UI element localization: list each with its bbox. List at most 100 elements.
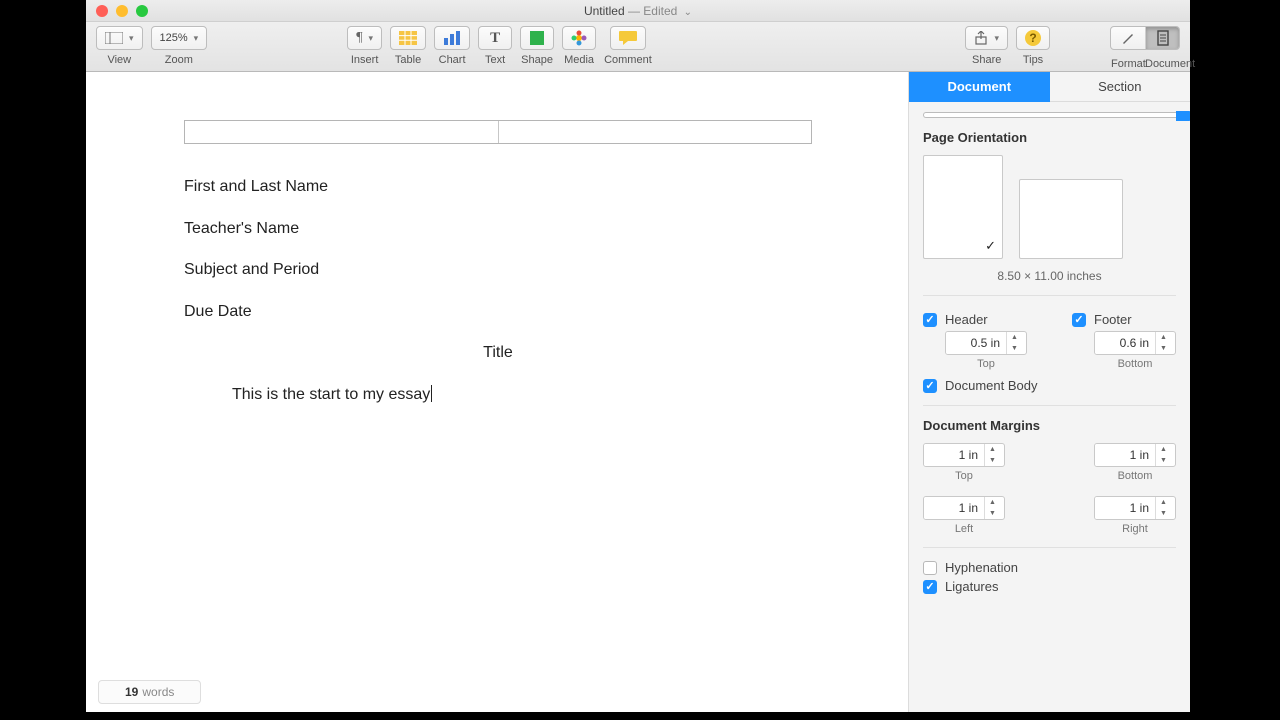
format-inspector-button[interactable] [1111, 27, 1145, 49]
chevron-down-icon: ▾ [194, 33, 199, 44]
header-margin-caption: Top [945, 358, 1027, 370]
insert-label: Insert [351, 54, 379, 66]
margin-right-input[interactable] [1095, 497, 1155, 519]
toolbar: ▾ View 125% ▾ Zoom ¶ ▾ Insert [86, 22, 1190, 72]
chevron-down-icon[interactable]: ⌄ [681, 7, 692, 18]
inspector-mode-segment [1110, 26, 1180, 50]
doc-body-text: This is the start to my essay [232, 386, 430, 403]
footer-checkbox[interactable]: ✓ [1072, 313, 1086, 327]
text-button[interactable]: T [478, 26, 512, 50]
margins-heading: Document Margins [923, 418, 1176, 433]
inspector-body: Page Orientation ✓ 8.50 × 11.00 inches ✓ [909, 102, 1190, 712]
text-icon: T [490, 30, 500, 47]
zoom-value: 125% [160, 32, 188, 44]
stepper-arrows[interactable]: ▲▼ [1155, 497, 1171, 519]
margin-left-stepper[interactable]: ▲▼ [923, 496, 1005, 520]
margin-top-input[interactable] [924, 444, 984, 466]
document-body-label: Document Body [945, 378, 1038, 393]
printer-popup[interactable] [923, 112, 1176, 118]
comment-button[interactable] [610, 26, 646, 50]
footer-margin-caption: Bottom [1094, 358, 1176, 370]
margin-bottom-input[interactable] [1095, 444, 1155, 466]
orientation-landscape-button[interactable] [1019, 179, 1123, 259]
document-label: Document [1145, 58, 1179, 70]
tips-label: Tips [1023, 54, 1043, 66]
comment-icon [619, 31, 637, 45]
tips-button[interactable]: ? [1016, 26, 1050, 50]
app-window: Untitled — Edited ⌄ ▾ View 125% ▾ Zoom [86, 0, 1190, 712]
margin-right-label: Right [1122, 523, 1148, 535]
table-button[interactable] [390, 26, 426, 50]
doc-line-subject[interactable]: Subject and Period [184, 257, 812, 283]
shape-label: Shape [521, 54, 553, 66]
media-button[interactable] [562, 26, 596, 50]
header-margin-stepper[interactable]: ▲▼ [945, 331, 1027, 355]
header-cell-right[interactable] [498, 121, 812, 143]
chart-button[interactable] [434, 26, 470, 50]
chevron-down-icon: ▾ [369, 33, 374, 44]
shape-icon [530, 31, 544, 45]
shape-button[interactable] [520, 26, 554, 50]
share-button[interactable]: ▾ [965, 26, 1008, 50]
stepper-arrows[interactable]: ▲▼ [1155, 444, 1171, 466]
doc-title[interactable]: Title [184, 340, 812, 366]
doc-body-line[interactable]: This is the start to my essay [184, 382, 812, 408]
tab-section[interactable]: Section [1050, 72, 1191, 102]
checkmark-icon: ✓ [985, 238, 996, 254]
margin-left-input[interactable] [924, 497, 984, 519]
window-title: Untitled — Edited ⌄ [86, 4, 1190, 18]
header-checkbox-label: Header [945, 312, 988, 327]
document-body-checkbox[interactable]: ✓ [923, 379, 937, 393]
tab-document[interactable]: Document [909, 72, 1050, 102]
view-label: View [107, 54, 131, 66]
doc-line-name[interactable]: First and Last Name [184, 174, 812, 200]
header-checkbox[interactable]: ✓ [923, 313, 937, 327]
share-label: Share [972, 54, 1001, 66]
doc-line-teacher[interactable]: Teacher's Name [184, 216, 812, 242]
document-inspector-button[interactable] [1145, 27, 1179, 49]
page[interactable]: First and Last Name Teacher's Name Subje… [184, 120, 812, 424]
document-edited-status: — Edited [628, 4, 677, 18]
margin-bottom-stepper[interactable]: ▲▼ [1094, 443, 1176, 467]
stepper-arrows[interactable]: ▲▼ [984, 444, 1000, 466]
view-button[interactable]: ▾ [96, 26, 143, 50]
orientation-heading: Page Orientation [923, 130, 1176, 145]
margin-right-stepper[interactable]: ▲▼ [1094, 496, 1176, 520]
margin-bottom-label: Bottom [1118, 470, 1153, 482]
footer-margin-input[interactable] [1095, 332, 1155, 354]
margin-top-stepper[interactable]: ▲▼ [923, 443, 1005, 467]
close-window-button[interactable] [96, 5, 108, 17]
media-icon [571, 30, 587, 46]
hyphenation-checkbox[interactable] [923, 561, 937, 575]
minimize-window-button[interactable] [116, 5, 128, 17]
document-canvas[interactable]: First and Last Name Teacher's Name Subje… [86, 72, 908, 712]
paragraph-icon: ¶ [356, 30, 362, 46]
margin-left-label: Left [955, 523, 973, 535]
fullscreen-window-button[interactable] [136, 5, 148, 17]
table-icon [399, 31, 417, 45]
page-size-label: 8.50 × 11.00 inches [923, 269, 1176, 283]
orientation-portrait-button[interactable]: ✓ [923, 155, 1003, 259]
inspector-tabs: Document Section [909, 72, 1190, 102]
header-cell-left[interactable] [185, 121, 498, 143]
insert-button[interactable]: ¶ ▾ [347, 26, 382, 50]
media-label: Media [564, 54, 594, 66]
word-count-pill[interactable]: 19 words [98, 680, 201, 704]
view-icon [105, 32, 123, 44]
titlebar: Untitled — Edited ⌄ [86, 0, 1190, 22]
stepper-arrows[interactable]: ▲▼ [1155, 332, 1171, 354]
header-margin-input[interactable] [946, 332, 1006, 354]
stepper-arrows[interactable]: ▲▼ [984, 497, 1000, 519]
stepper-arrows[interactable]: ▲▼ [1006, 332, 1022, 354]
doc-line-due[interactable]: Due Date [184, 299, 812, 325]
header-table[interactable] [184, 120, 812, 144]
chevron-down-icon: ▾ [994, 33, 999, 44]
hyphenation-label: Hyphenation [945, 560, 1018, 575]
document-icon [1156, 30, 1170, 46]
margin-top-label: Top [955, 470, 973, 482]
zoom-button[interactable]: 125% ▾ [151, 26, 208, 50]
document-title: Untitled [584, 4, 625, 18]
ligatures-checkbox[interactable]: ✓ [923, 580, 937, 594]
zoom-label: Zoom [165, 54, 193, 66]
footer-margin-stepper[interactable]: ▲▼ [1094, 331, 1176, 355]
